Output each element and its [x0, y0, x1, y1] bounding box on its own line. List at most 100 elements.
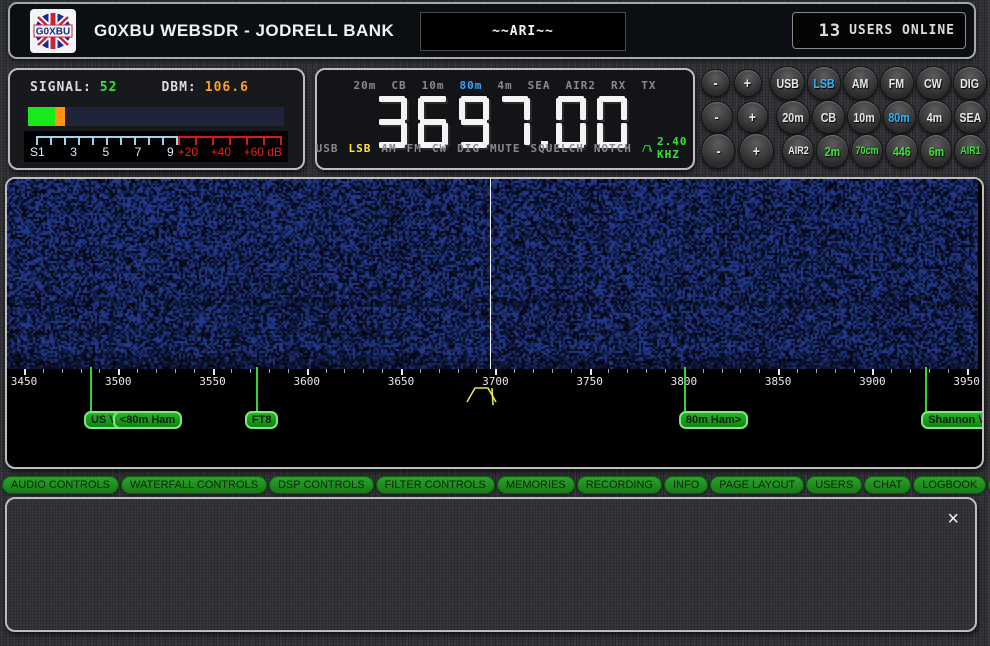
band-marker-shannon-volme[interactable]: Shannon Volme	[921, 411, 984, 429]
scale-minor-tick	[99, 369, 100, 373]
scale-minor-tick	[910, 369, 911, 373]
scale-minor-tick	[62, 369, 63, 373]
band-button-sea[interactable]: SEA	[954, 100, 987, 134]
scale-minor-tick	[175, 369, 176, 373]
marker-line	[684, 367, 686, 413]
scale-tick-label: 3750	[576, 375, 603, 388]
s-meter-tick-label: +40	[211, 145, 231, 159]
signal-readout-row: SIGNAL: 52 DBM: 106.6	[30, 80, 288, 95]
vfo-display-panel: 20mCB10m80m4mSEAAIR2RXTX USBLSBAMFMCWDIG…	[315, 68, 695, 170]
vfo-mode-indicator-cw: CW	[432, 142, 447, 155]
band-button-air1[interactable]: AIR1	[954, 134, 987, 168]
svg-text:G0XBU: G0XBU	[36, 27, 70, 38]
band-button-cb[interactable]: CB	[812, 100, 845, 134]
scale-minor-tick	[891, 369, 892, 373]
vfo-mode-indicators: USBLSBAMFMCWDIGMUTESQUELCHNOTCH2.40 KHZ	[317, 135, 693, 161]
scale-minor-tick	[326, 369, 327, 373]
band-button-2m[interactable]: 2m	[816, 134, 849, 168]
s-meter-numbers-high: +20+40+60 dB	[178, 145, 282, 159]
close-icon[interactable]: ×	[947, 509, 959, 529]
scale-minor-tick	[344, 369, 345, 373]
s-meter-numbers-low: S13579	[30, 145, 174, 159]
band-marker--80m-ham[interactable]: <80m Ham	[113, 411, 182, 429]
scale-minor-tick	[231, 369, 232, 373]
band-button-80m[interactable]: 80m	[883, 100, 916, 134]
step-down-button-row3[interactable]: -	[701, 133, 735, 169]
tab-logbook[interactable]: LOGBOOK	[913, 476, 986, 494]
bandwidth-group: 2.40 KHZ	[642, 135, 695, 161]
vfo-mode-indicator-dig: DIG	[457, 142, 480, 155]
scale-minor-tick	[533, 369, 534, 373]
vfo-mode-indicator-mute: MUTE	[490, 142, 521, 155]
band-button-6m[interactable]: 6m	[920, 134, 953, 168]
tab-chat[interactable]: CHAT	[864, 476, 911, 494]
band-button-10m[interactable]: 10m	[847, 100, 880, 134]
band-button-cw[interactable]: CW	[916, 66, 950, 100]
scale-minor-tick	[420, 369, 421, 373]
tab-page-layout[interactable]: PAGE LAYOUT	[710, 476, 804, 494]
vfo-band-indicator-air2: AIR2	[566, 79, 597, 92]
tab-dsp-controls[interactable]: DSP CONTROLS	[269, 476, 374, 494]
band-marker-ft8[interactable]: FT8	[245, 411, 279, 429]
scale-minor-tick	[646, 369, 647, 373]
scale-minor-tick	[382, 369, 383, 373]
band-button-lsb[interactable]: LSB	[807, 66, 841, 100]
scale-tick-label: 3900	[859, 375, 886, 388]
vfo-band-indicator-sea: SEA	[528, 79, 551, 92]
control-tabs-bar: AUDIO CONTROLSWATERFALL CONTROLSDSP CONT…	[2, 476, 988, 494]
tab-filter-controls[interactable]: FILTER CONTROLS	[376, 476, 495, 494]
passband-filter-marker[interactable]	[466, 385, 500, 410]
button-row-2: -+20mCB10m80m4mSEA	[701, 100, 989, 134]
vfo-band-indicator-tx: TX	[641, 79, 656, 92]
signal-value: 52	[100, 80, 118, 95]
scale-minor-tick	[759, 369, 760, 373]
scale-minor-tick	[288, 369, 289, 373]
step-up-button-row1[interactable]: +	[734, 69, 763, 97]
scale-tick-label: 3950	[953, 375, 980, 388]
users-count: 13	[819, 21, 841, 41]
marker-line	[90, 367, 92, 413]
band-button-fm[interactable]: FM	[880, 66, 914, 100]
step-down-button-row2[interactable]: -	[701, 101, 733, 133]
waterfall-display[interactable]	[7, 179, 978, 369]
scale-minor-tick	[194, 369, 195, 373]
tuning-line	[490, 179, 491, 369]
tab-waterfall-controls[interactable]: WATERFALL CONTROLS	[121, 476, 267, 494]
band-button-70cm[interactable]: 70cm	[851, 134, 884, 168]
scale-minor-tick	[665, 369, 666, 373]
waterfall-panel: 3450350035503600365037003750380038503900…	[5, 177, 984, 469]
scale-minor-tick	[797, 369, 798, 373]
vfo-band-indicator-20m: 20m	[354, 79, 377, 92]
scale-minor-tick	[514, 369, 515, 373]
signal-label: SIGNAL:	[30, 80, 92, 95]
band-button-air2[interactable]: AIR2	[782, 134, 815, 168]
band-button-am[interactable]: AM	[843, 66, 877, 100]
websdr-page: G0XBU G0XBU WEBSDR - JODRELL BANK ~~ARI~…	[0, 0, 990, 646]
tab-audio-controls[interactable]: AUDIO CONTROLS	[2, 476, 119, 494]
scale-minor-tick	[156, 369, 157, 373]
tab-memories[interactable]: MEMORIES	[497, 476, 575, 494]
tab-info[interactable]: INFO	[664, 476, 708, 494]
tab-users[interactable]: USERS	[806, 476, 862, 494]
vfo-mode-indicator-lsb: LSB	[348, 142, 371, 155]
tab-recording[interactable]: RECORDING	[577, 476, 662, 494]
s-meter-ticks-low	[36, 136, 178, 145]
s-meter-tick-label: S1	[30, 145, 45, 159]
band-button-20m[interactable]: 20m	[776, 100, 809, 134]
frequency-scale[interactable]: 3450350035503600365037003750380038503900…	[7, 369, 982, 463]
step-up-button-row2[interactable]: +	[737, 101, 769, 133]
step-up-button-row3[interactable]: +	[739, 133, 773, 169]
vfo-band-indicator-10m: 10m	[422, 79, 445, 92]
vfo-mode-indicator-squelch: SQUELCH	[530, 142, 583, 155]
vfo-band-indicator-4m: 4m	[497, 79, 512, 92]
band-button-dig[interactable]: DIG	[953, 66, 987, 100]
band-marker-80m-ham-[interactable]: 80m Ham>	[679, 411, 748, 429]
band-button-usb[interactable]: USB	[770, 66, 804, 100]
vfo-band-indicator-80m: 80m	[460, 79, 483, 92]
band-button-4m[interactable]: 4m	[918, 100, 951, 134]
step-down-button-row1[interactable]: -	[701, 69, 730, 97]
s-meter-scale: S13579 +20+40+60 dB	[24, 131, 288, 162]
s-meter-tick-label: 9	[167, 145, 174, 159]
band-button-446[interactable]: 446	[885, 134, 918, 168]
band-mode-button-grid: -+USBLSBAMFMCWDIG-+20mCB10m80m4mSEA-+AIR…	[701, 66, 989, 170]
